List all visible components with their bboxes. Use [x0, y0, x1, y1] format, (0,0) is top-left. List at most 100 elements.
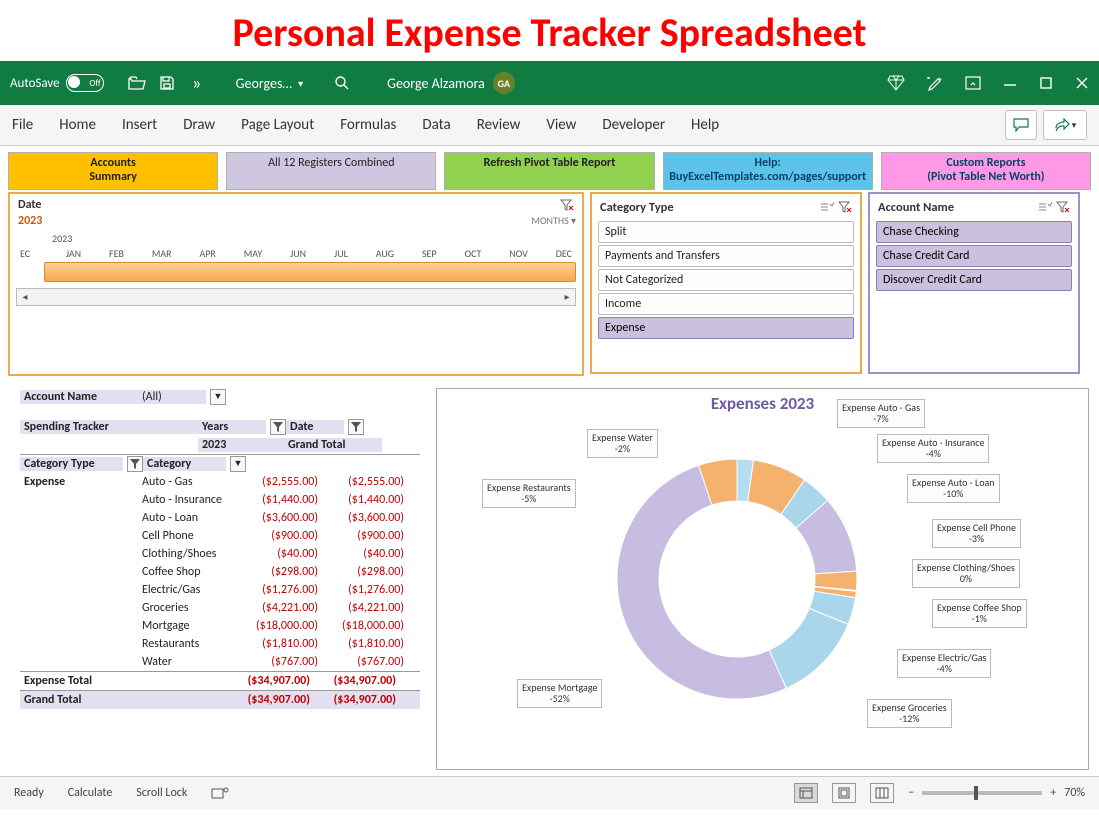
zoom-out[interactable]: − [908, 786, 914, 800]
clear-filter-icon[interactable] [1056, 201, 1070, 213]
pivot-cat-header: Category Type [20, 457, 123, 471]
search-icon[interactable] [327, 75, 357, 91]
sub-dropdown[interactable]: ▼ [230, 456, 246, 472]
scroll-right-icon[interactable]: ▸ [559, 290, 575, 303]
slicer-account-name[interactable]: Account Name Chase CheckingChase Credit … [868, 192, 1080, 374]
clear-filter-icon[interactable] [560, 198, 574, 212]
tab-review[interactable]: Review [477, 116, 521, 134]
timeline-selected-year: 2023 [16, 214, 42, 228]
date-filter-icon[interactable] [348, 419, 364, 435]
month-sep[interactable]: SEP [422, 247, 437, 260]
document-name[interactable]: Georges… ▾ [236, 75, 303, 92]
slicer-item[interactable]: Chase Checking [876, 221, 1072, 243]
chart-label: Expense Restaurants-5% [482, 479, 576, 508]
slicer-item[interactable]: Income [598, 293, 854, 315]
month-mar[interactable]: MAR [152, 247, 172, 260]
timeline-granularity[interactable]: MONTHS ▾ [531, 214, 576, 227]
pivot-row: Auto - Loan($3,600.00)($3,600.00) [20, 509, 420, 527]
macro-record-icon[interactable] [211, 786, 229, 800]
month-may[interactable]: MAY [244, 247, 262, 260]
month-feb[interactable]: FEB [109, 247, 124, 260]
page-title: Personal Expense Tracker Spreadsheet [0, 0, 1099, 61]
month-jul[interactable]: JUL [334, 247, 348, 260]
navtab-3[interactable]: Help:BuyExcelTemplates.com/pages/support [663, 152, 873, 190]
navtab-2[interactable]: Refresh Pivot Table Report [444, 152, 654, 190]
view-normal[interactable] [794, 783, 818, 803]
multiselect-icon[interactable] [820, 201, 834, 213]
slicer-item[interactable]: Not Categorized [598, 269, 854, 291]
save-icon[interactable] [152, 75, 182, 91]
user-account[interactable]: George Alzamora GA [387, 72, 515, 94]
tab-file[interactable]: File [12, 116, 33, 134]
pivot-row: Electric/Gas($1,276.00)($1,276.00) [20, 581, 420, 599]
toggle-switch[interactable]: Off [66, 74, 104, 92]
multiselect-icon[interactable] [1038, 201, 1052, 213]
chart-label: Expense Coffee Shop-1% [932, 599, 1027, 628]
user-name: George Alzamora [387, 75, 485, 92]
tab-formulas[interactable]: Formulas [340, 116, 396, 134]
month-apr[interactable]: APR [199, 247, 215, 260]
tab-developer[interactable]: Developer [602, 116, 665, 134]
tab-help[interactable]: Help [691, 116, 719, 134]
zoom-control[interactable]: − + 70% [908, 786, 1085, 800]
view-page-layout[interactable] [832, 783, 856, 803]
comments-button[interactable] [1005, 110, 1037, 140]
tab-draw[interactable]: Draw [183, 116, 215, 134]
share-button[interactable]: ▾ [1043, 110, 1087, 140]
tab-data[interactable]: Data [422, 116, 450, 134]
maximize-icon[interactable] [1039, 76, 1053, 90]
navtab-4[interactable]: Custom Reports(Pivot Table Net Worth) [881, 152, 1091, 190]
slicer-item[interactable]: Split [598, 221, 854, 243]
autosave-label: AutoSave [10, 76, 60, 91]
more-icon[interactable]: » [182, 72, 212, 94]
month-oct[interactable]: OCT [464, 247, 481, 260]
month-dec[interactable]: DEC [556, 247, 572, 260]
zoom-in[interactable]: + [1050, 786, 1056, 800]
slicer-item[interactable]: Chase Credit Card [876, 245, 1072, 267]
ribbon-mode-icon[interactable] [965, 76, 981, 90]
status-bar: Ready Calculate Scroll Lock − + 70% [0, 776, 1099, 809]
zoom-slider[interactable] [922, 791, 1042, 795]
ribbon: File Home Insert Draw Page Layout Formul… [0, 105, 1099, 146]
clear-filter-icon[interactable] [838, 201, 852, 213]
pivot-grand-total: Grand Total ($34,907.00) ($34,907.00) [20, 690, 420, 709]
tab-view[interactable]: View [546, 116, 576, 134]
chart-label: Expense Auto - Loan-10% [907, 474, 1000, 503]
cat-filter-icon[interactable] [127, 456, 143, 472]
navtab-1[interactable]: All 12 Registers Combined [226, 152, 436, 190]
slicer-category-type[interactable]: Category Type SplitPayments and Transfer… [590, 192, 862, 374]
diamond-icon[interactable] [887, 75, 905, 91]
month-jan[interactable]: JAN [66, 247, 81, 260]
chart-label: Expense Mortgage-52% [517, 679, 602, 708]
timeline-bar[interactable] [44, 262, 576, 282]
open-icon[interactable] [122, 76, 152, 90]
month-nov[interactable]: NOV [509, 247, 528, 260]
month-aug[interactable]: AUG [376, 247, 394, 260]
slicer-title: Account Name [878, 200, 954, 215]
scroll-left-icon[interactable]: ◂ [17, 290, 33, 303]
timeline-slicer[interactable]: Date 2023 MONTHS ▾ 2023 ECJANFEBMARAPRMA… [8, 192, 584, 376]
pivot-table[interactable]: Account Name (All) ▼ Spending Tracker Ye… [20, 388, 420, 770]
tab-insert[interactable]: Insert [122, 116, 157, 134]
tab-page-layout[interactable]: Page Layout [241, 116, 314, 134]
slicer-item[interactable]: Discover Credit Card [876, 269, 1072, 291]
navtab-0[interactable]: AccountsSummary [8, 152, 218, 190]
minimize-icon[interactable] [1003, 76, 1017, 90]
month-jun[interactable]: JUN [290, 247, 306, 260]
coming-soon-icon[interactable] [927, 75, 943, 91]
view-page-break[interactable] [870, 783, 894, 803]
filter-dropdown[interactable]: ▼ [210, 389, 226, 405]
slicer-item[interactable]: Expense [598, 317, 854, 339]
slicer-title: Category Type [600, 200, 674, 215]
years-filter-icon[interactable] [270, 419, 286, 435]
chevron-down-icon: ▾ [298, 77, 303, 90]
pivot-row: ExpenseAuto - Gas($2,555.00)($2,555.00) [20, 473, 420, 491]
timeline-scrollbar[interactable]: ◂ ▸ [16, 288, 576, 306]
slicer-item[interactable]: Payments and Transfers [598, 245, 854, 267]
tab-home[interactable]: Home [59, 116, 96, 134]
sb-ready: Ready [14, 786, 44, 800]
donut-chart[interactable]: Expenses 2023 Expense Water-2%Expense Au… [436, 388, 1089, 770]
autosave-toggle[interactable]: AutoSave Off [10, 74, 104, 92]
close-icon[interactable] [1075, 76, 1089, 90]
pivot-sub-header: Category [143, 457, 226, 471]
